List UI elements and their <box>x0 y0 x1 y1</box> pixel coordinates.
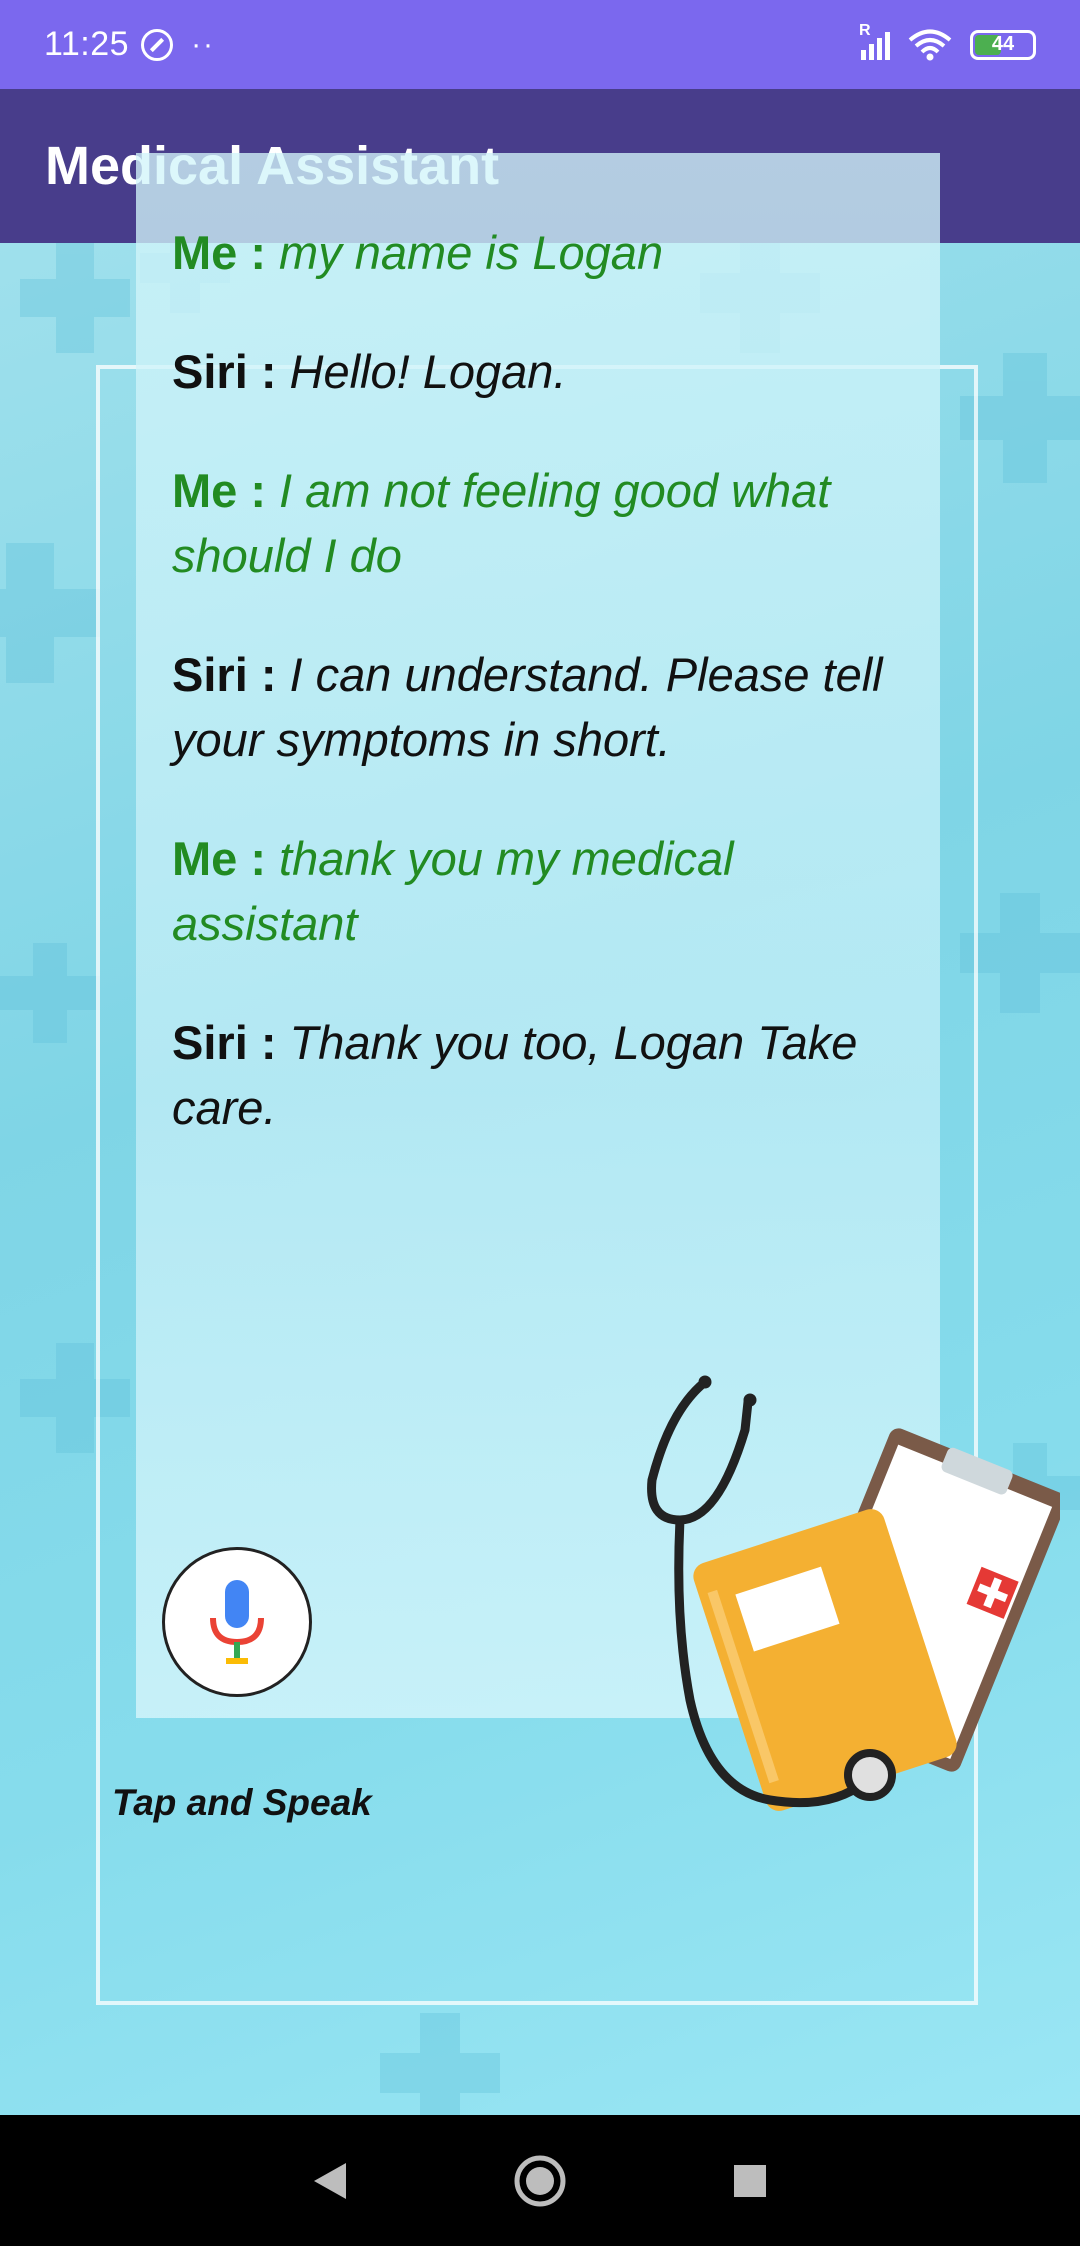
back-button[interactable] <box>290 2141 370 2221</box>
message-text: I am not feeling good what should I do <box>172 464 831 582</box>
message-siri: Siri : Hello! Logan. <box>172 339 912 404</box>
speaker-label: Siri : <box>172 1016 277 1069</box>
home-circle-icon <box>514 2155 566 2206</box>
message-text: Hello! Logan. <box>276 345 567 398</box>
background-cross-icon <box>0 943 100 1043</box>
background-cross-icon <box>960 353 1080 483</box>
status-time: 11:25 <box>44 25 130 63</box>
roaming-label: R <box>859 21 871 39</box>
status-bar: 11:25 ·· R 44 <box>0 0 1080 89</box>
speaker-label: Siri : <box>172 345 277 398</box>
recents-square-icon <box>734 2164 766 2197</box>
message-me: Me : I am not feeling good what should I… <box>172 458 912 588</box>
back-triangle-icon <box>314 2162 346 2199</box>
conversation-log: Me : my name is Logan Siri : Hello! Loga… <box>172 220 912 1194</box>
notification-dots: ·· <box>191 27 216 61</box>
screen: 11:25 ·· R 44 Medical As <box>0 0 1080 2246</box>
system-nav-bar <box>0 2115 1080 2246</box>
dnd-icon <box>141 28 174 61</box>
message-siri: Siri : Thank you too, Logan Take care. <box>172 1010 912 1140</box>
background-cross-icon <box>960 893 1080 1013</box>
home-button[interactable] <box>500 2141 580 2221</box>
speaker-label: Me : <box>172 464 266 517</box>
stethoscope-folder-illustration <box>647 1375 1060 1811</box>
speaker-label: Siri : <box>172 648 277 701</box>
battery-level: 44 <box>991 33 1015 55</box>
message-text: my name is Logan <box>266 226 664 279</box>
status-icons: R 44 <box>859 22 1036 61</box>
speaker-label: Me : <box>172 832 266 885</box>
message-siri: Siri : I can understand. Please tell you… <box>172 642 912 772</box>
speaker-label: Me : <box>172 226 266 279</box>
tap-and-speak-label: Tap and Speak <box>112 1782 372 1823</box>
battery-icon: 44 <box>970 29 1036 60</box>
background-cross-icon <box>20 243 130 353</box>
wifi-icon <box>908 29 952 60</box>
mic-button[interactable] <box>162 1547 312 1697</box>
message-text: I can understand. Please tell your sympt… <box>172 648 883 766</box>
signal-indicator: R <box>859 22 890 60</box>
microphone-icon <box>210 1580 264 1664</box>
message-me: Me : my name is Logan <box>172 220 912 285</box>
message-me: Me : thank you my medical assistant <box>172 826 912 956</box>
background-cross-icon <box>380 2013 500 2115</box>
recents-button[interactable] <box>710 2141 790 2221</box>
background-cross-icon <box>0 543 100 683</box>
